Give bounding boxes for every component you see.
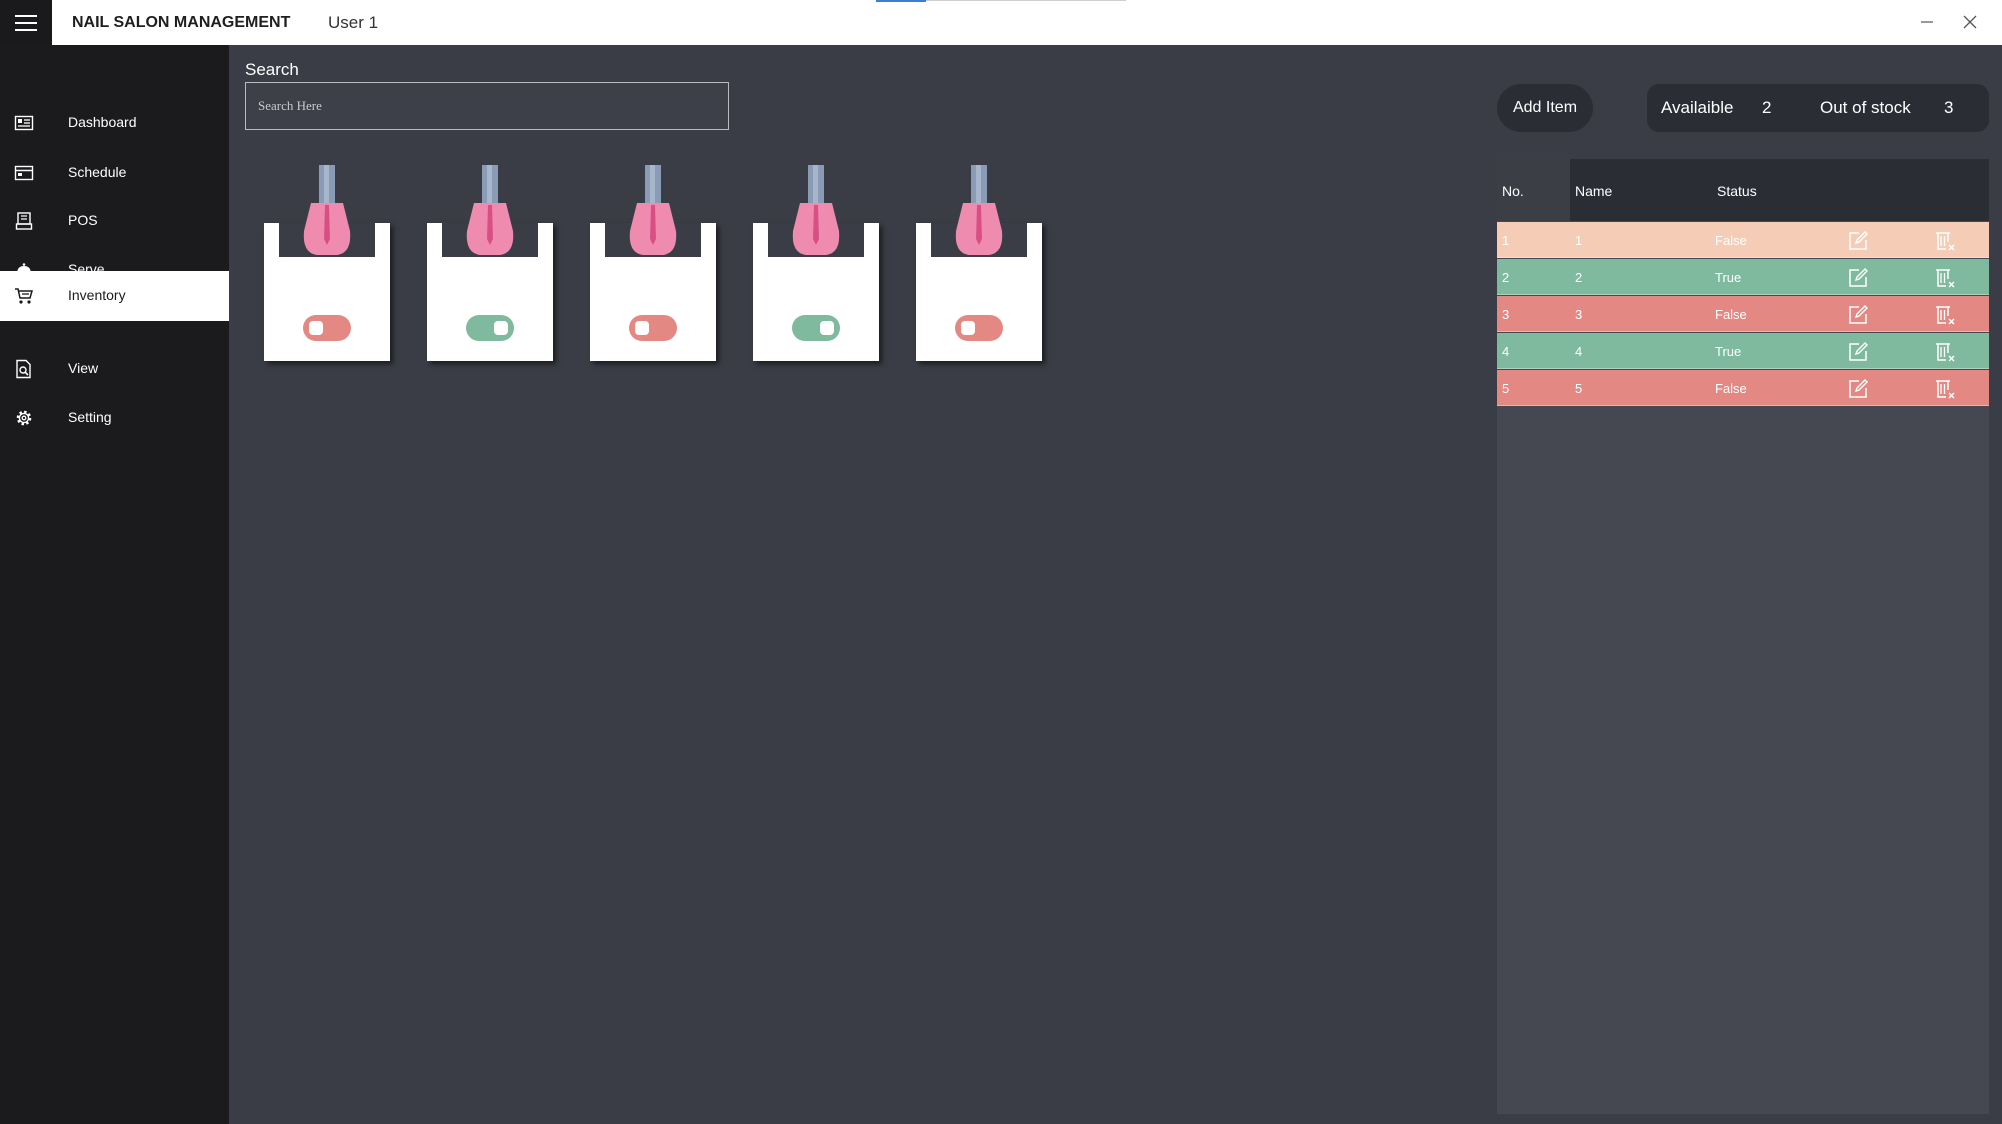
table-row[interactable]: 3 3 False: [1497, 296, 1989, 332]
delete-icon[interactable]: [1934, 304, 1956, 326]
nail-polish-icon: [303, 165, 351, 255]
cell-name: 1: [1575, 233, 1583, 248]
sidebar-item-label: Schedule: [68, 164, 127, 180]
cart-icon: [15, 288, 33, 304]
product-card[interactable]: [590, 163, 716, 361]
hamburger-menu-icon[interactable]: [0, 0, 52, 45]
app-title: NAIL SALON MANAGEMENT: [72, 14, 291, 31]
cell-status: False: [1715, 233, 1747, 248]
table-header: No. Name Status: [1497, 159, 1989, 221]
schedule-icon: [14, 165, 34, 181]
dashboard-icon: [14, 115, 34, 131]
title-bar: NAIL SALON MANAGEMENT User 1: [0, 0, 2002, 45]
availability-toggle[interactable]: [303, 315, 351, 341]
out-of-stock-count: 3: [1944, 98, 1954, 117]
cell-status: False: [1715, 307, 1747, 322]
minimize-icon[interactable]: [1905, 0, 1949, 45]
sidebar-item-schedule[interactable]: Schedule: [0, 149, 229, 197]
delete-icon[interactable]: [1934, 378, 1956, 400]
sidebar: Dashboard Schedule POS Serve Inventory V…: [0, 45, 229, 1124]
availability-toggle[interactable]: [629, 315, 677, 341]
loading-track: [926, 0, 1126, 1]
availability-toggle[interactable]: [466, 315, 514, 341]
delete-icon[interactable]: [1934, 341, 1956, 363]
toggle-knob: [961, 321, 975, 335]
pos-icon: [15, 212, 33, 230]
sidebar-item-label: Dashboard: [68, 114, 137, 130]
delete-icon[interactable]: [1934, 230, 1956, 252]
toggle-knob: [635, 321, 649, 335]
out-of-stock-label: Out of stock: [1820, 98, 1911, 117]
sidebar-item-label: Setting: [68, 409, 112, 425]
nail-polish-icon: [629, 165, 677, 255]
column-header-status[interactable]: Status: [1717, 183, 1757, 199]
column-header-name[interactable]: Name: [1575, 183, 1612, 199]
edit-icon[interactable]: [1847, 267, 1869, 289]
cell-status: True: [1715, 344, 1742, 359]
nail-polish-icon: [955, 165, 1003, 255]
sidebar-item-label: POS: [68, 212, 98, 228]
product-card[interactable]: [427, 163, 553, 361]
sidebar-item-inventory[interactable]: Inventory: [0, 271, 229, 321]
nail-polish-icon: [792, 165, 840, 255]
cell-no: 4: [1502, 344, 1510, 359]
sidebar-item-view[interactable]: View: [0, 345, 229, 393]
cell-name: 2: [1575, 270, 1583, 285]
edit-icon[interactable]: [1847, 230, 1869, 252]
nail-polish-icon: [466, 165, 514, 255]
table-row[interactable]: 2 2 True: [1497, 259, 1989, 295]
gear-icon: [16, 410, 32, 426]
cell-name: 4: [1575, 344, 1583, 359]
cell-status: True: [1715, 270, 1742, 285]
sidebar-item-dashboard[interactable]: Dashboard: [0, 99, 229, 147]
cell-no: 5: [1502, 381, 1510, 396]
view-document-icon: [16, 359, 31, 379]
toggle-knob: [309, 321, 323, 335]
search-label: Search: [245, 60, 299, 79]
close-icon[interactable]: [1948, 0, 1992, 45]
sidebar-item-label: Inventory: [68, 287, 126, 303]
toggle-knob: [494, 321, 508, 335]
availability-toggle[interactable]: [955, 315, 1003, 341]
search-input[interactable]: [245, 82, 729, 130]
cell-name: 5: [1575, 381, 1583, 396]
loading-indicator: [876, 0, 926, 2]
edit-icon[interactable]: [1847, 304, 1869, 326]
stock-summary: Availaible 2 Out of stock 3: [1647, 84, 1989, 132]
inventory-table: No. Name Status 1 1 False 2 2 True 3 3 False 4 4 Tr…: [1497, 159, 1989, 1114]
toggle-knob: [820, 321, 834, 335]
cell-status: False: [1715, 381, 1747, 396]
product-card[interactable]: [264, 163, 390, 361]
add-item-button[interactable]: Add Item: [1497, 84, 1593, 132]
product-card[interactable]: [753, 163, 879, 361]
cell-no: 1: [1502, 233, 1510, 248]
sidebar-item-pos[interactable]: POS: [0, 197, 229, 245]
available-label: Availaible: [1661, 98, 1734, 117]
available-count: 2: [1762, 98, 1772, 117]
table-row[interactable]: 1 1 False: [1497, 222, 1989, 258]
delete-icon[interactable]: [1934, 267, 1956, 289]
sidebar-item-setting[interactable]: Setting: [0, 394, 229, 442]
cell-name: 3: [1575, 307, 1583, 322]
cell-no: 2: [1502, 270, 1510, 285]
edit-icon[interactable]: [1847, 341, 1869, 363]
product-card[interactable]: [916, 163, 1042, 361]
edit-icon[interactable]: [1847, 378, 1869, 400]
table-row[interactable]: 5 5 False: [1497, 370, 1989, 406]
sidebar-item-label: View: [68, 360, 99, 376]
user-name: User 1: [328, 13, 379, 32]
cell-no: 3: [1502, 307, 1510, 322]
column-header-no[interactable]: No.: [1502, 183, 1524, 199]
table-row[interactable]: 4 4 True: [1497, 333, 1989, 369]
availability-toggle[interactable]: [792, 315, 840, 341]
